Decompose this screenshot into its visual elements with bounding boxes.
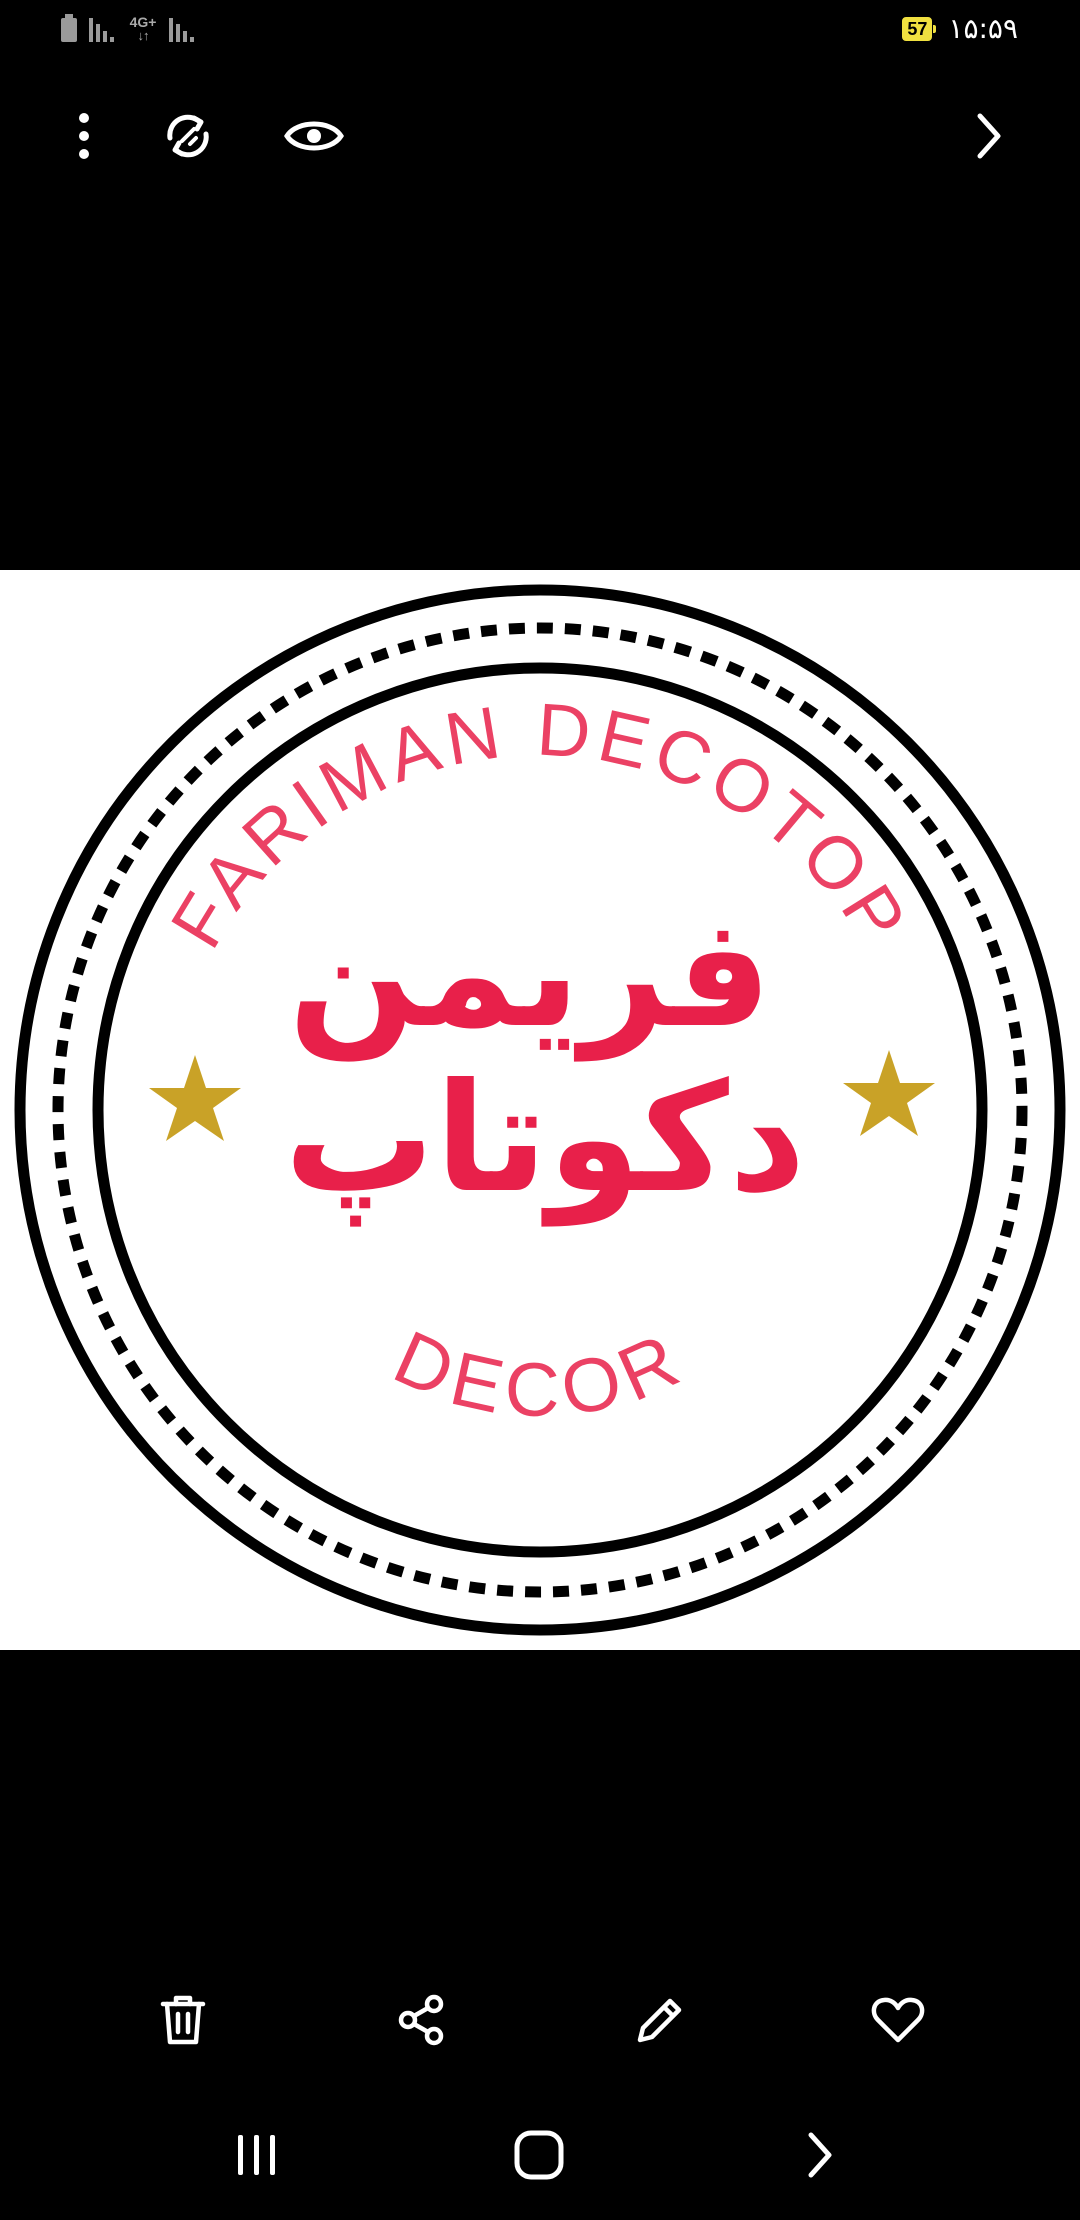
network-type-label: 4G+ xyxy=(129,14,157,30)
signal-strength-icon xyxy=(89,18,114,42)
more-vertical-icon xyxy=(79,113,89,159)
logo-center-line-2: دکوتاپ xyxy=(284,1052,806,1227)
star-left-icon xyxy=(149,1055,241,1141)
back-icon xyxy=(808,2132,832,2178)
share-button[interactable] xyxy=(376,1980,466,2060)
share-icon xyxy=(398,1994,444,2046)
home-button[interactable] xyxy=(484,2110,594,2200)
photo-viewer-image[interactable]: FARIMAN DECOTOP DECOR فریمن دکوتاپ xyxy=(0,570,1080,1650)
logo-bottom-arc-text: DECOR xyxy=(382,1315,698,1433)
eye-icon xyxy=(284,121,344,151)
status-bar: 4G+ ↓↑ 57 ۱۵:۵۹ xyxy=(0,0,1080,64)
pencil-icon xyxy=(637,1998,682,2043)
delete-button[interactable] xyxy=(138,1980,228,2060)
status-right: 57 ۱۵:۵۹ xyxy=(902,12,1018,45)
logo-image: FARIMAN DECOTOP DECOR فریمن دکوتاپ xyxy=(14,584,1066,1636)
top-toolbar xyxy=(0,96,1080,176)
system-navigation-bar xyxy=(0,2110,1080,2200)
battery-level: 57 xyxy=(902,16,937,41)
status-left: 4G+ ↓↑ xyxy=(60,14,198,44)
back-button[interactable] xyxy=(765,2110,875,2200)
favorite-button[interactable] xyxy=(853,1980,943,2060)
data-arrows-icon: ↓↑ xyxy=(137,28,150,43)
star-right-icon xyxy=(843,1050,935,1136)
remaster-button[interactable] xyxy=(148,96,228,176)
signal-strength-icon-2 xyxy=(169,18,194,42)
remaster-icon xyxy=(167,114,209,158)
bottom-action-bar xyxy=(0,1980,1080,2060)
heart-icon xyxy=(871,1997,925,2043)
more-options-button[interactable] xyxy=(44,96,124,176)
chevron-right-icon xyxy=(977,113,1001,159)
battery-saver-icon xyxy=(61,14,77,42)
recents-icon xyxy=(238,2135,275,2175)
logo-center-line-1: فریمن xyxy=(288,887,771,1062)
network-type: 4G+ ↓↑ xyxy=(128,15,158,43)
home-icon xyxy=(514,2130,564,2180)
next-button[interactable] xyxy=(948,96,1028,176)
view-button[interactable] xyxy=(274,96,354,176)
recents-button[interactable] xyxy=(202,2110,312,2200)
edit-button[interactable] xyxy=(615,1980,705,2060)
clock: ۱۵:۵۹ xyxy=(948,12,1018,45)
trash-icon xyxy=(160,1995,206,2045)
